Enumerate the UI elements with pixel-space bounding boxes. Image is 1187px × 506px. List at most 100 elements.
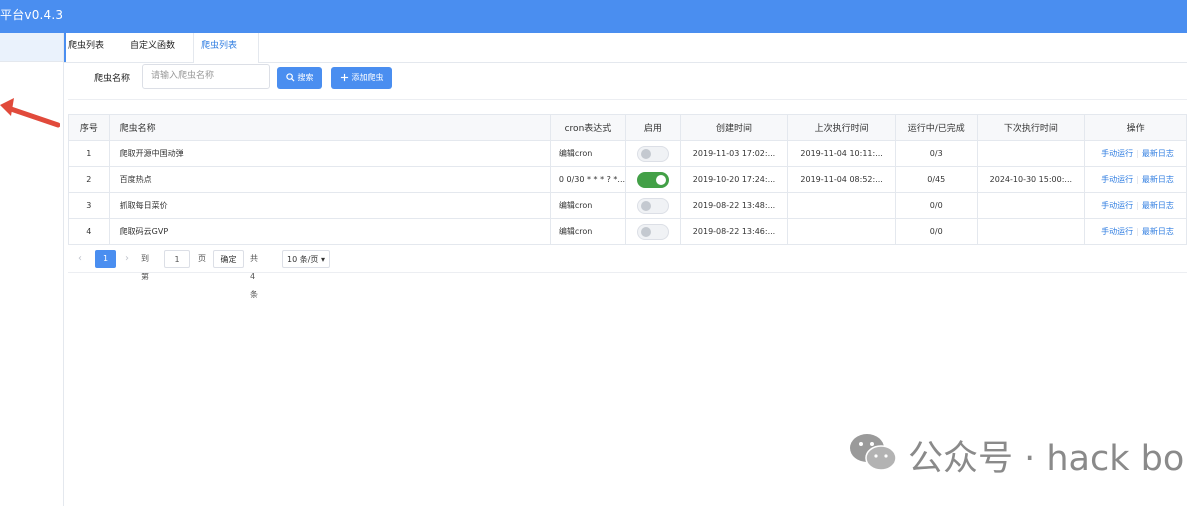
table-row: 1 爬取开源中国动弹 编辑cron 2019-11-03 17:02:... 2…	[68, 140, 1187, 167]
header-created: 创建时间	[679, 114, 789, 141]
row-created: 2019-08-22 13:48:...	[679, 192, 789, 219]
row-enabled-cell	[625, 218, 681, 245]
table-row: 2 百度热点 0 0/30 * * * ? *... 2019-10-20 17…	[68, 166, 1187, 193]
tab-spider-list-active[interactable]: 爬虫列表	[193, 33, 259, 63]
row-spider-name-link[interactable]: 爬取码云GVP	[108, 218, 551, 245]
goto-label: 到第	[141, 254, 149, 281]
page-unit-label: 页	[198, 254, 206, 263]
header-cron: cron表达式	[549, 114, 627, 141]
row-cron-link[interactable]: 编辑cron	[549, 218, 627, 245]
goto-confirm-button[interactable]: 确定	[213, 250, 244, 268]
switch-knob	[655, 174, 666, 185]
row-index: 1	[68, 140, 110, 167]
enable-switch[interactable]	[636, 145, 669, 162]
switch-knob	[640, 148, 651, 159]
table-row: 4 爬取码云GVP 编辑cron 2019-08-22 13:46:... 0/…	[68, 218, 1187, 245]
row-spider-name-link[interactable]: 百度热点	[108, 166, 551, 193]
row-last-run: 2019-11-04 10:11:...	[787, 140, 896, 167]
table-row: 3 抓取每日菜价 编辑cron 2019-08-22 13:48:... 0/0…	[68, 192, 1187, 219]
sidebar-item-selected[interactable]	[0, 33, 63, 62]
row-actions: 手动运行 | 最新日志	[1084, 166, 1187, 193]
row-spider-name-link[interactable]: 爬取开源中国动弹	[108, 140, 551, 167]
header-enabled: 启用	[625, 114, 681, 141]
header-next-run: 下次执行时间	[976, 114, 1086, 141]
row-enabled-cell	[625, 140, 681, 167]
row-index: 2	[68, 166, 110, 193]
row-created: 2019-08-22 13:46:...	[679, 218, 789, 245]
goto-page-input[interactable]: 1	[164, 250, 190, 268]
plus-icon	[340, 73, 348, 82]
row-cron-link[interactable]: 0 0/30 * * * ? *...	[549, 166, 627, 193]
action-separator: |	[1136, 149, 1139, 158]
row-progress-link[interactable]: 0/0	[894, 192, 978, 219]
annotation-arrow-icon	[0, 98, 60, 128]
search-button-label: 搜索	[297, 73, 314, 82]
search-button[interactable]: 搜索	[277, 67, 322, 89]
row-index: 4	[68, 218, 110, 245]
row-last-run: 2019-11-04 08:52:...	[787, 166, 896, 193]
action-separator: |	[1136, 175, 1139, 184]
enable-switch[interactable]	[636, 171, 669, 188]
tab-bar: 爬虫列表 自定义函数 爬虫列表	[64, 33, 1187, 63]
tab-custom-functions[interactable]: 自定义函数	[130, 33, 175, 62]
app-title: 平台v0.4.3	[0, 8, 64, 22]
row-last-run	[787, 192, 896, 219]
row-actions: 手动运行 | 最新日志	[1084, 218, 1187, 245]
latest-log-link[interactable]: 最新日志	[1142, 201, 1174, 210]
header-index: 序号	[68, 114, 110, 141]
switch-knob	[640, 226, 651, 237]
row-enabled-cell	[625, 166, 681, 193]
enable-switch[interactable]	[636, 197, 669, 214]
wechat-icon	[850, 434, 897, 471]
total-count: 共 4 条	[250, 254, 258, 299]
row-index: 3	[68, 192, 110, 219]
page-number-current[interactable]: 1	[95, 250, 116, 268]
row-next-run	[976, 218, 1086, 245]
manual-run-link[interactable]: 手动运行	[1101, 227, 1133, 236]
prev-page-icon[interactable]: ‹	[78, 250, 82, 268]
row-progress-link[interactable]: 0/45	[894, 166, 978, 193]
action-separator: |	[1136, 201, 1139, 210]
manual-run-link[interactable]: 手动运行	[1101, 175, 1133, 184]
watermark-text: 公众号 · hack bo	[908, 439, 1185, 479]
row-next-run	[976, 140, 1086, 167]
spider-table: 序号 爬虫名称 cron表达式 启用 创建时间 上次执行时间 运行中/已完成 下…	[68, 114, 1187, 245]
latest-log-link[interactable]: 最新日志	[1142, 227, 1174, 236]
switch-knob	[640, 200, 651, 211]
header-progress: 运行中/已完成	[894, 114, 978, 141]
tab-spider-list[interactable]: 爬虫列表	[68, 33, 104, 62]
row-spider-name-link[interactable]: 抓取每日菜价	[108, 192, 551, 219]
top-bar: 平台v0.4.3	[0, 0, 1187, 33]
row-next-run: 2024-10-30 15:00:...	[976, 166, 1086, 193]
search-icon	[285, 73, 295, 82]
row-cron-link[interactable]: 编辑cron	[549, 192, 627, 219]
manual-run-link[interactable]: 手动运行	[1101, 149, 1133, 158]
watermark: 公众号 · hack bo	[848, 430, 1187, 479]
table-header-row: 序号 爬虫名称 cron表达式 启用 创建时间 上次执行时间 运行中/已完成 下…	[68, 114, 1187, 141]
latest-log-link[interactable]: 最新日志	[1142, 149, 1174, 158]
enable-switch[interactable]	[636, 223, 669, 240]
latest-log-link[interactable]: 最新日志	[1142, 175, 1174, 184]
manual-run-link[interactable]: 手动运行	[1101, 201, 1133, 210]
add-spider-button-label: 添加爬虫	[351, 73, 384, 82]
divider	[68, 272, 1187, 273]
add-spider-button[interactable]: 添加爬虫	[331, 67, 392, 89]
row-progress-link[interactable]: 0/3	[894, 140, 978, 167]
row-progress-link[interactable]: 0/0	[894, 218, 978, 245]
spider-name-input[interactable]: 请输入爬虫名称	[142, 64, 270, 89]
chevron-down-icon: ▾	[318, 255, 325, 264]
row-cron-link[interactable]: 编辑cron	[549, 140, 627, 167]
tab-accent	[64, 33, 66, 62]
row-enabled-cell	[625, 192, 681, 219]
row-next-run	[976, 192, 1086, 219]
page-size-value: 10 条/页	[287, 255, 319, 264]
next-page-icon[interactable]: ›	[125, 250, 129, 268]
spider-name-label: 爬虫名称	[94, 74, 131, 84]
row-last-run	[787, 218, 896, 245]
row-actions: 手动运行 | 最新日志	[1084, 140, 1187, 167]
header-name: 爬虫名称	[108, 114, 551, 141]
row-created: 2019-11-03 17:02:...	[679, 140, 789, 167]
header-last-run: 上次执行时间	[787, 114, 896, 141]
page-size-select[interactable]: 10 条/页 ▾	[282, 250, 330, 268]
row-actions: 手动运行 | 最新日志	[1084, 192, 1187, 219]
